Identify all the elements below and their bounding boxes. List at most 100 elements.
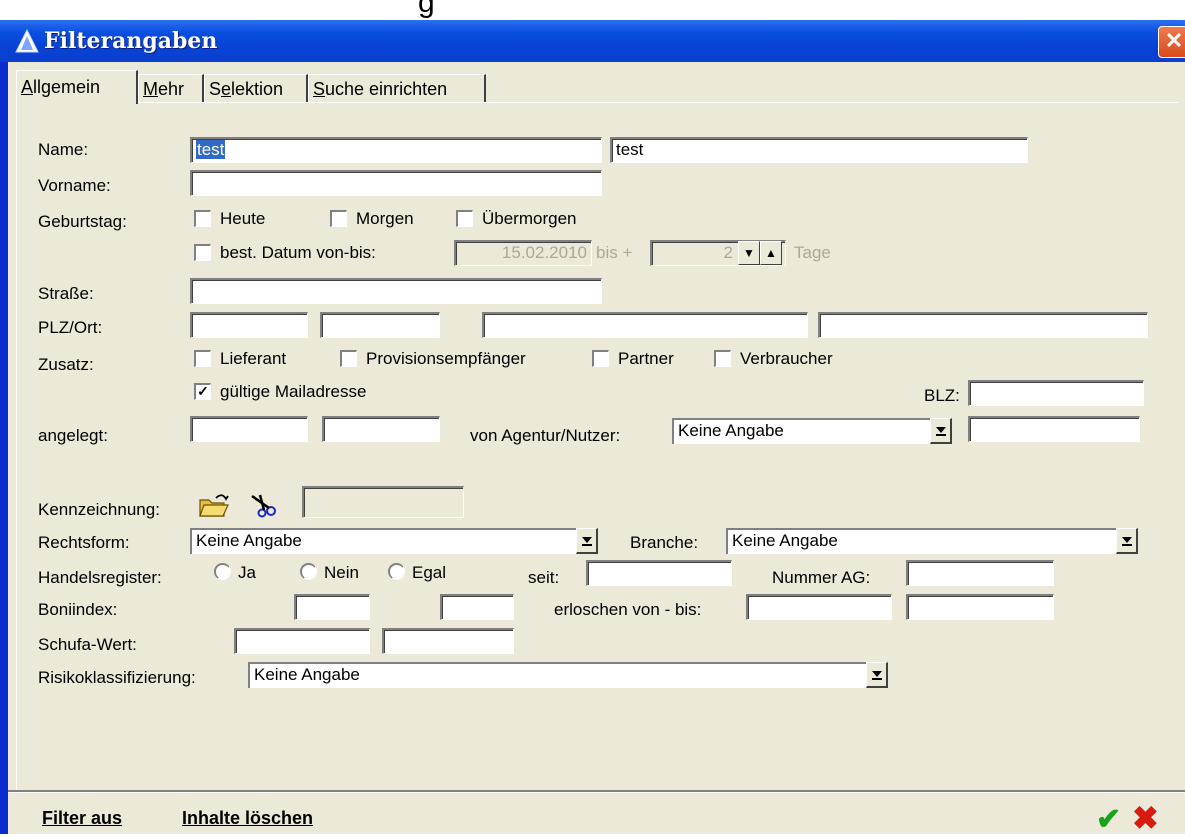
cut-off-text: g	[418, 0, 435, 19]
branche-value: Keine Angabe	[726, 528, 1116, 554]
tab-allgemein[interactable]: Allgemein	[16, 70, 138, 104]
boniindex-to-input[interactable]	[440, 594, 514, 620]
name-input[interactable]: test	[190, 137, 602, 163]
strasse-label: Straße:	[38, 284, 94, 303]
lieferant-checkbox[interactable]	[194, 350, 211, 367]
zusatz-label: Zusatz:	[38, 355, 94, 374]
risiko-select[interactable]: Keine Angabe	[248, 662, 888, 688]
chevron-down-icon[interactable]	[930, 418, 952, 444]
title-bar[interactable]: Filterangaben ✕	[0, 20, 1185, 62]
egal-radio[interactable]	[388, 563, 405, 580]
scissors-icon[interactable]	[248, 492, 280, 518]
rechtsform-value: Keine Angabe	[190, 528, 576, 554]
boniindex-label: Boniindex:	[38, 600, 118, 619]
spin-up-button[interactable]: ▲	[760, 241, 782, 265]
tab-mehr[interactable]: Mehr	[138, 74, 204, 102]
schufa-to-input[interactable]	[382, 628, 514, 654]
vorname-input[interactable]	[190, 170, 602, 196]
plz2-input[interactable]	[320, 312, 440, 338]
angelegt-to-input[interactable]	[322, 416, 440, 442]
seit-label: seit:	[528, 568, 560, 587]
seit-input[interactable]	[586, 560, 732, 586]
kennzeichnung-label: Kennzeichnung:	[38, 500, 160, 519]
erloschen-from-input[interactable]	[746, 594, 892, 620]
verbraucher-checkbox[interactable]	[714, 350, 731, 367]
spin-down-button[interactable]: ▼	[738, 241, 760, 265]
partner-label: Partner	[618, 349, 674, 368]
app-triangle-icon	[15, 28, 39, 53]
name-label: Name:	[38, 140, 89, 159]
lieferant-label: Lieferant	[220, 349, 287, 368]
branche-select[interactable]: Keine Angabe	[726, 528, 1138, 554]
name2-input[interactable]: test	[610, 137, 1028, 163]
rechtsform-label: Rechtsform:	[38, 533, 130, 552]
nummer-ag-input[interactable]	[906, 560, 1054, 586]
inhalte-loeschen-link[interactable]: Inhalte löschen	[182, 808, 313, 829]
tab-selektion[interactable]: Selektion	[204, 74, 308, 102]
mail-label: gültige Mailadresse	[220, 382, 367, 401]
filter-aus-link[interactable]: Filter aus	[42, 808, 122, 829]
uebermorgen-checkbox[interactable]	[456, 210, 473, 227]
checkmark-icon[interactable]: ✔	[1096, 802, 1121, 837]
tab-suche-einrichten[interactable]: Suche einrichten	[308, 74, 486, 102]
blz-label: BLZ:	[924, 386, 960, 405]
uebermorgen-label: Übermorgen	[482, 209, 577, 228]
agentur-select[interactable]: Keine Angabe	[672, 418, 952, 444]
agentur-value: Keine Angabe	[672, 418, 930, 444]
erloschen-label: erloschen von - bis:	[554, 600, 702, 619]
boniindex-from-input[interactable]	[294, 594, 370, 620]
agentur-extra-input[interactable]	[968, 416, 1140, 442]
plz-ort-label: PLZ/Ort:	[38, 318, 103, 337]
risiko-label: Risikoklassifizierung:	[38, 668, 196, 687]
ort2-input[interactable]	[818, 312, 1148, 338]
dialog-title: Filterangaben	[44, 28, 218, 54]
heute-checkbox[interactable]	[194, 210, 211, 227]
angelegt-label: angelegt:	[38, 426, 108, 445]
rechtsform-select[interactable]: Keine Angabe	[190, 528, 598, 554]
branche-label: Branche:	[630, 533, 699, 552]
top-strip: g	[0, 0, 1185, 20]
handelsregister-label: Handelsregister:	[38, 568, 162, 587]
nummer-ag-label: Nummer AG:	[772, 568, 871, 587]
dialog-client: Allgemein Mehr Selektion Suche einrichte…	[8, 62, 1185, 837]
folder-open-icon[interactable]	[198, 492, 230, 518]
close-button[interactable]: ✕	[1158, 26, 1185, 58]
schufa-label: Schufa-Wert:	[38, 635, 137, 654]
nein-label: Nein	[324, 563, 359, 582]
datum-input[interactable]: 15.02.2010	[454, 240, 592, 266]
agentur-label: von Agentur/Nutzer:	[470, 426, 621, 445]
tage-label: Tage	[794, 243, 831, 262]
vorname-label: Vorname:	[38, 176, 111, 195]
strasse-input[interactable]	[190, 278, 602, 304]
provision-checkbox[interactable]	[340, 350, 357, 367]
chevron-down-icon[interactable]	[576, 528, 598, 554]
verbraucher-label: Verbraucher	[740, 349, 833, 368]
egal-label: Egal	[412, 563, 447, 582]
risiko-value: Keine Angabe	[248, 662, 866, 688]
morgen-label: Morgen	[356, 209, 414, 228]
angelegt-from-input[interactable]	[190, 416, 308, 442]
erloschen-to-input[interactable]	[906, 594, 1054, 620]
plz-input[interactable]	[190, 312, 308, 338]
schufa-from-input[interactable]	[234, 628, 370, 654]
ja-label: Ja	[238, 563, 256, 582]
bis-plus-label: bis +	[596, 243, 633, 262]
chevron-down-icon[interactable]	[1116, 528, 1138, 554]
blz-input[interactable]	[968, 380, 1144, 406]
geburtstag-label: Geburtstag:	[38, 212, 127, 231]
provision-label: Provisionsempfänger	[366, 349, 526, 368]
ja-radio[interactable]	[214, 563, 231, 580]
chevron-down-icon[interactable]	[866, 662, 888, 688]
morgen-checkbox[interactable]	[330, 210, 347, 227]
filter-dialog: Filterangaben ✕ Allgemein Mehr Selektion…	[0, 20, 1185, 837]
mail-checkbox[interactable]: ✓	[194, 383, 211, 400]
ort-input[interactable]	[482, 312, 808, 338]
footer-separator	[8, 790, 1185, 793]
partner-checkbox[interactable]	[592, 350, 609, 367]
close-icon[interactable]: ✖	[1132, 799, 1159, 837]
kennzeichnung-input[interactable]	[302, 486, 464, 518]
best-datum-label: best. Datum von-bis:	[220, 243, 376, 262]
heute-label: Heute	[220, 209, 266, 228]
best-datum-checkbox[interactable]	[194, 244, 211, 261]
nein-radio[interactable]	[300, 563, 317, 580]
